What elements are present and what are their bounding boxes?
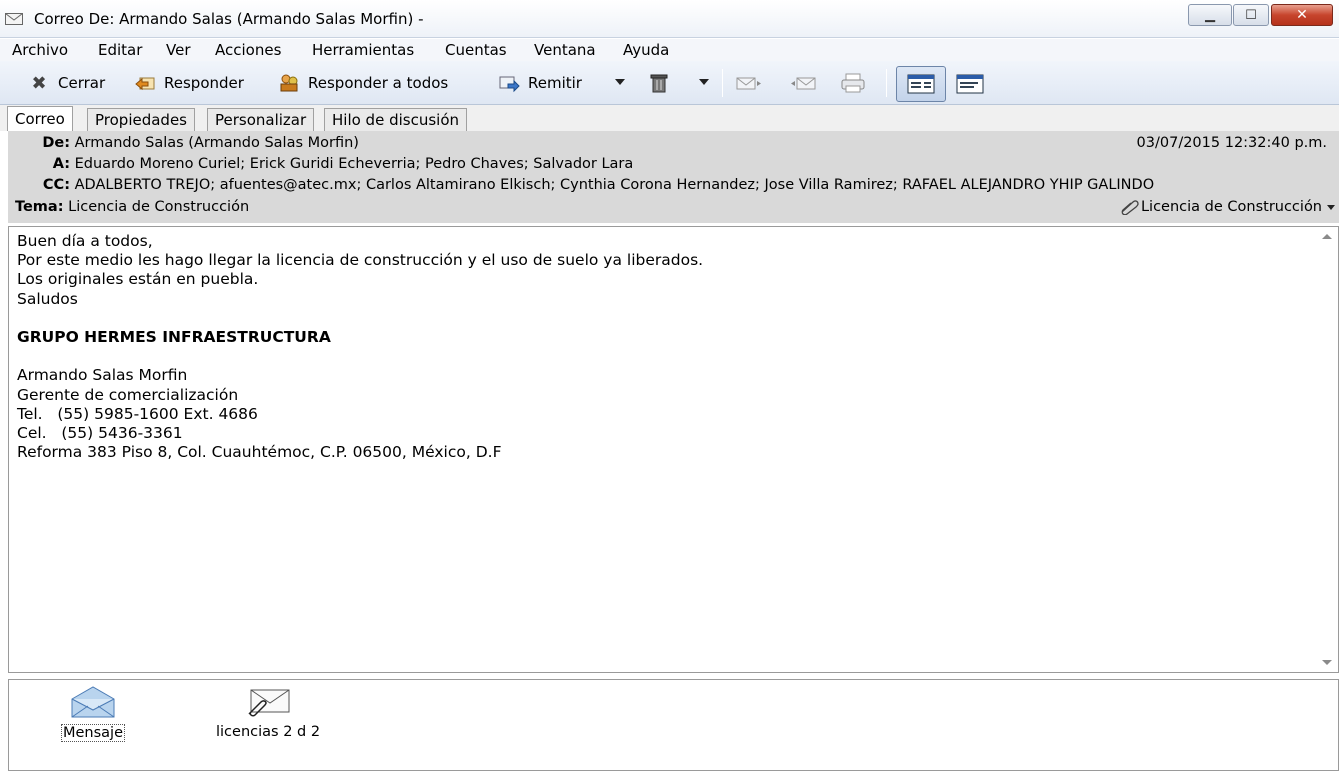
tab-bar: Correo Propiedades Personalizar Hilo de … [0, 105, 1339, 131]
menu-ver[interactable]: Ver [166, 41, 191, 59]
open-envelope-icon [71, 686, 115, 718]
message-view-icon [907, 74, 935, 94]
subject-label: Tema: [15, 199, 64, 215]
menu-cuentas[interactable]: Cuentas [445, 41, 507, 59]
minimize-button[interactable]: ▁ [1188, 4, 1232, 26]
to-label: A: [52, 156, 70, 172]
toolbar-separator [886, 69, 887, 97]
to-value[interactable]: Eduardo Moreno Curiel; Erick Guridi Eche… [75, 156, 634, 172]
reply-all-label: Responder a todos [308, 74, 449, 92]
signature-title: Gerente de comercialización [17, 385, 239, 404]
print-button[interactable] [838, 69, 876, 97]
toolbar-separator [722, 69, 723, 97]
close-icon: ✕ [1296, 7, 1308, 23]
message-header: De: Armando Salas (Armando Salas Morfin)… [8, 131, 1339, 223]
tab-personalizar[interactable]: Personalizar [207, 108, 315, 131]
tab-propiedades[interactable]: Propiedades [87, 108, 195, 131]
maximize-icon: ☐ [1245, 7, 1257, 23]
attachment-link-label: Licencia de Construcción [1140, 199, 1322, 215]
title-bar: Correo De: Armando Salas (Armando Salas … [0, 0, 1339, 38]
forward-label: Remitir [528, 74, 582, 92]
close-window-button[interactable]: ✕ [1271, 4, 1333, 26]
reply-all-icon [280, 74, 298, 92]
source-view-icon [956, 74, 984, 94]
forward-icon [499, 76, 520, 93]
signature-phone: Tel. (55) 5985-1600 Ext. 4686 [17, 404, 258, 423]
scroll-down-icon[interactable] [1322, 660, 1332, 665]
attachment-label: Mensaje [61, 724, 126, 742]
reply-all-button[interactable]: Responder a todos [278, 69, 448, 97]
forward-dropdown-arrow[interactable] [615, 79, 625, 85]
window-title: Correo De: Armando Salas (Armando Salas … [34, 10, 424, 28]
body-line: Por este medio les hago llegar la licenc… [17, 251, 704, 270]
menu-ventana[interactable]: Ventana [534, 41, 596, 59]
message-body[interactable]: Buen día a todos, Por este medio les hag… [8, 226, 1339, 673]
reply-icon [135, 77, 155, 91]
cc-row: CC: ADALBERTO TREJO; afuentes@atec.mx; C… [8, 177, 1154, 193]
subject-value: Licencia de Construcción [68, 199, 250, 215]
body-closing: Saludos [17, 289, 78, 308]
delete-dropdown-arrow[interactable] [699, 79, 709, 85]
cc-value[interactable]: ADALBERTO TREJO; afuentes@atec.mx; Carlo… [75, 177, 1155, 193]
close-x-icon: ✖ [31, 72, 47, 94]
reply-label: Responder [164, 74, 244, 92]
maximize-button[interactable]: ☐ [1233, 4, 1269, 26]
delete-button[interactable] [648, 69, 678, 97]
previous-envelope-icon [791, 77, 816, 90]
message-text: Buen día a todos, Por este medio les hag… [17, 232, 703, 462]
envelope-icon [5, 13, 23, 25]
vertical-scrollbar[interactable] [1316, 227, 1338, 672]
signature-company: GRUPO HERMES INFRAESTRUCTURA [17, 327, 331, 346]
body-greeting: Buen día a todos, [17, 232, 153, 250]
forward-button[interactable]: Remitir [498, 69, 582, 97]
attachment-licencias[interactable]: licencias 2 d 2 [216, 686, 320, 740]
attachment-dropdown[interactable]: Licencia de Construcción [1119, 199, 1335, 215]
toolbar: ✖ Cerrar Responder Responder a todos Rem… [0, 61, 1339, 105]
tab-correo[interactable]: Correo [7, 106, 73, 131]
minimize-icon: ▁ [1205, 7, 1215, 23]
from-value[interactable]: Armando Salas (Armando Salas Morfin) [75, 135, 359, 151]
envelope-attachment-icon [248, 689, 290, 717]
body-line: Los originales están en puebla. [17, 270, 259, 289]
menu-archivo[interactable]: Archivo [12, 41, 68, 59]
sent-date: 03/07/2015 12:32:40 p.m. [1136, 135, 1327, 151]
cc-label: CC: [42, 177, 70, 193]
view-source-button[interactable] [945, 66, 995, 102]
from-row: De: Armando Salas (Armando Salas Morfin) [8, 135, 359, 151]
menu-bar: Archivo Editar Ver Acciones Herramientas… [0, 39, 1339, 61]
attachment-mensaje[interactable]: Mensaje [61, 686, 126, 742]
attachments-pane: Mensaje licencias 2 d 2 [8, 679, 1339, 771]
menu-ayuda[interactable]: Ayuda [623, 41, 669, 59]
next-message-button[interactable] [734, 69, 772, 97]
to-row: A: Eduardo Moreno Curiel; Erick Guridi E… [8, 156, 634, 172]
menu-editar[interactable]: Editar [98, 41, 142, 59]
close-label: Cerrar [58, 74, 106, 92]
signature-address: Reforma 383 Piso 8, Col. Cuauhtémoc, C.P… [17, 443, 502, 462]
close-button[interactable]: ✖ Cerrar [28, 69, 105, 97]
signature-name: Armando Salas Morfin [17, 366, 188, 385]
signature-cell: Cel. (55) 5436-3361 [17, 423, 183, 442]
chevron-down-icon [1327, 204, 1335, 210]
reply-button[interactable]: Responder [134, 69, 244, 97]
scroll-up-icon[interactable] [1322, 234, 1332, 239]
previous-message-button[interactable] [788, 69, 826, 97]
attachment-label: licencias 2 d 2 [216, 724, 321, 740]
subject-row: Tema: Licencia de Construcción [15, 199, 249, 215]
menu-herramientas[interactable]: Herramientas [312, 41, 414, 59]
from-label: De: [42, 135, 70, 151]
trash-icon [650, 74, 668, 93]
tab-hilo-de-discusion[interactable]: Hilo de discusión [324, 108, 468, 131]
paperclip-icon [1121, 200, 1139, 215]
next-envelope-icon [736, 77, 761, 90]
menu-acciones[interactable]: Acciones [215, 41, 281, 59]
view-message-button[interactable] [896, 66, 946, 102]
printer-icon [841, 73, 865, 93]
